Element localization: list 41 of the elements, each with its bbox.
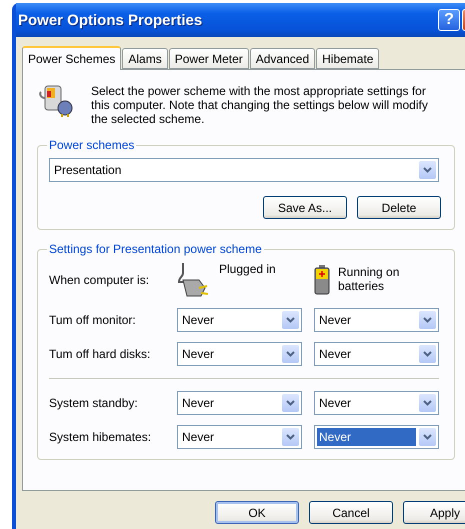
scheme-button[interactable]: Delete [357,196,441,219]
chevron-down-icon [282,345,299,363]
group-title: Settings for Presentation power scheme [48,242,263,256]
tab[interactable]: Advanced [250,48,316,69]
dropdown[interactable]: Never [177,308,302,332]
tab[interactable]: Alams [122,48,168,69]
chevron-down-icon [282,311,299,329]
chevron-down-icon [419,428,436,446]
battery-icon [314,265,330,295]
tab[interactable]: Power Schemes [22,46,122,70]
dropdown[interactable]: Never [314,308,439,332]
group-title: Power schemes [48,138,136,152]
row-label: When computer is: [49,273,150,287]
plug-icon [177,262,211,298]
dialog-button[interactable]: OK [215,501,299,524]
tab[interactable]: Power Meter [168,48,249,69]
chevron-down-icon [419,345,436,363]
chevron-down-icon [282,428,299,446]
dropdown[interactable]: Never [177,342,302,366]
dialog-button[interactable]: Cancel [309,501,393,524]
dropdown[interactable]: Never [177,391,302,415]
description-text: Select the power scheme with the most appropriate settings for this computer. Note that changing the settings below will modify the selected scheme. [91,84,429,126]
window-title: Power Options Properties [18,12,204,28]
dropdown[interactable]: Never [314,391,439,415]
row-label: Tum off monitor: [49,313,137,327]
dropdown[interactable]: Never [314,342,439,366]
row-label: Tum off hard disks: [49,347,152,361]
chevron-down-icon [282,394,299,412]
dropdown[interactable]: Never [314,425,439,449]
tab[interactable]: Hibemate [316,48,380,69]
dialog-button[interactable]: Apply [403,501,465,524]
row-label: System hibemates: [49,430,152,444]
dropdown[interactable]: Presentation [49,158,439,182]
chevron-down-icon [419,394,436,412]
column-label: Plugged in [219,262,277,276]
column-label: Running on batteries [338,265,400,293]
chevron-down-icon [419,161,436,179]
row-label: System standby: [49,396,139,410]
chevron-down-icon [419,311,436,329]
scheme-button[interactable]: Save As... [263,196,347,219]
dropdown[interactable]: Never [177,425,302,449]
